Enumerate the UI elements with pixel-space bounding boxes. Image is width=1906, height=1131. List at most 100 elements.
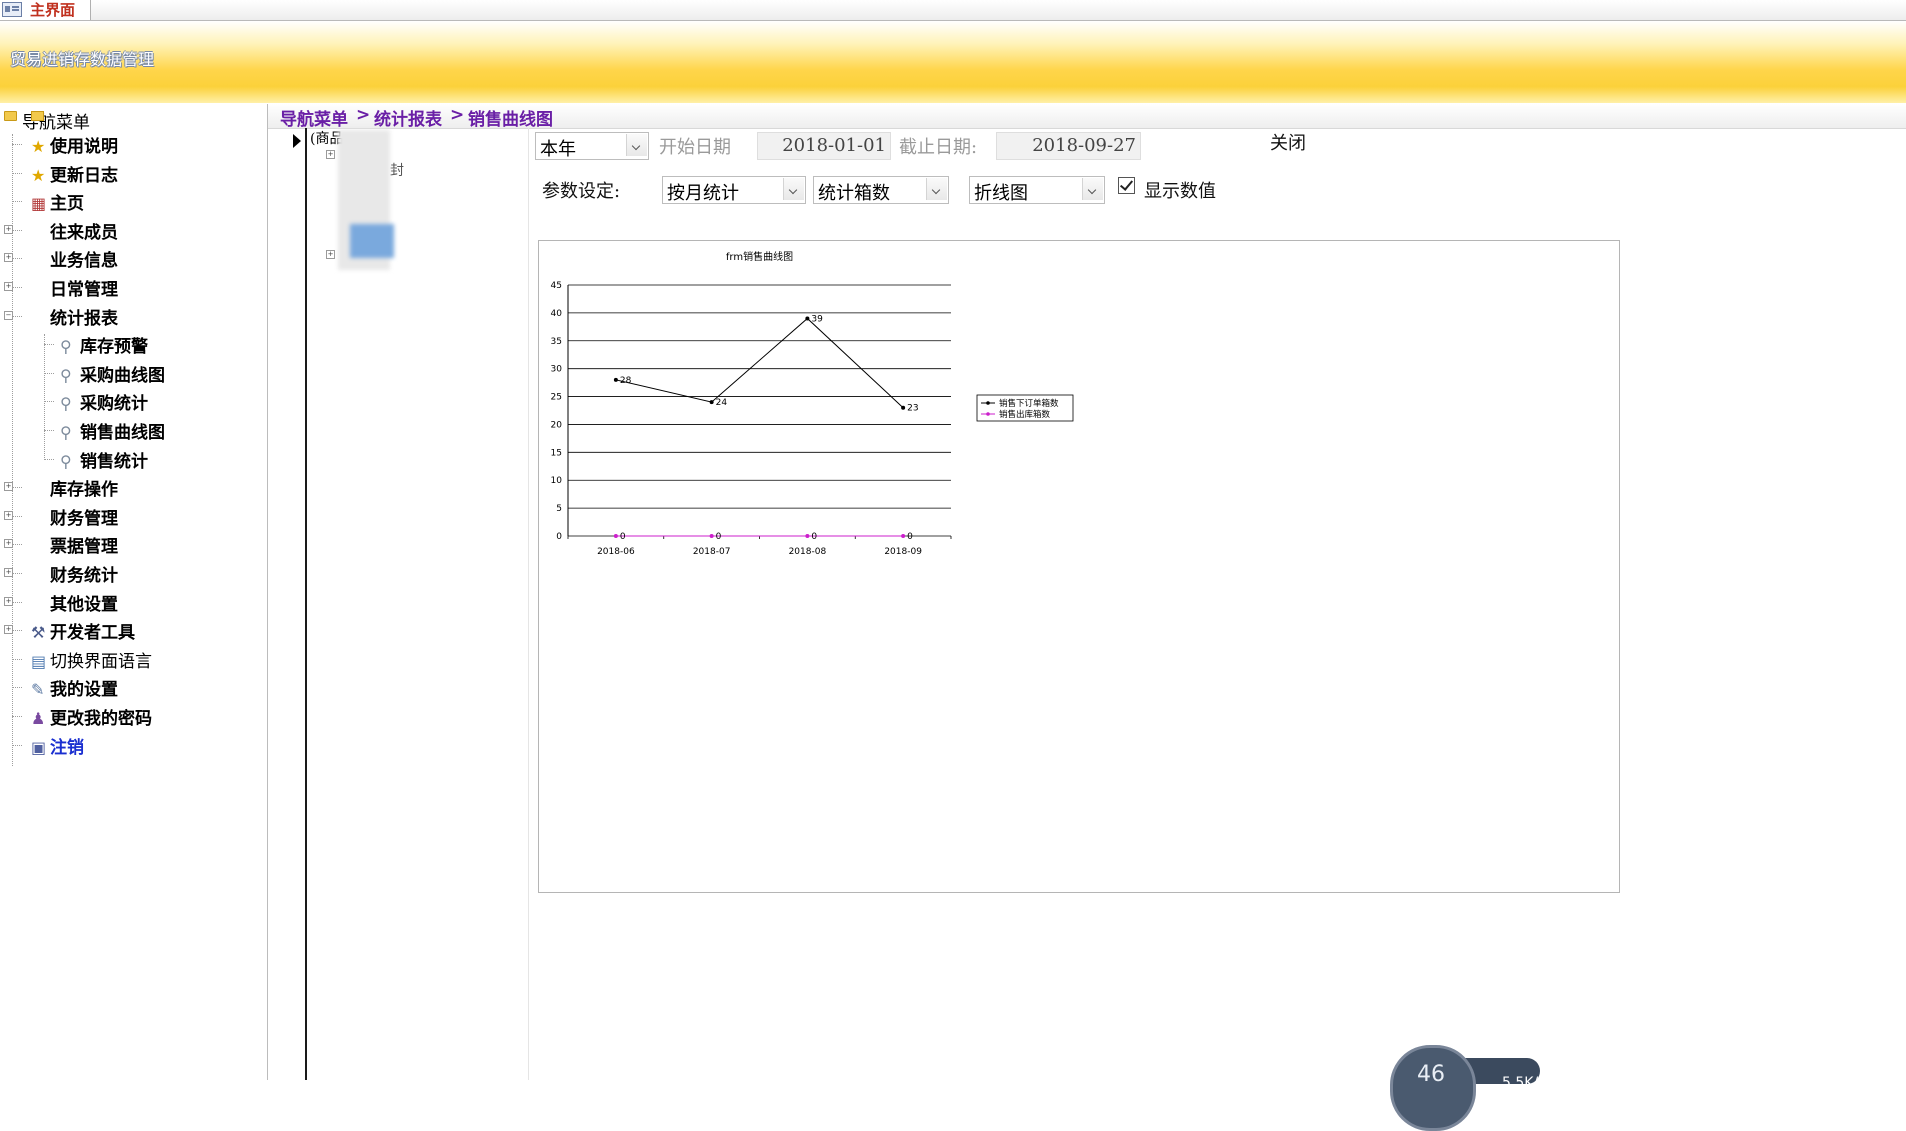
chevron-down-icon[interactable] [1082, 178, 1103, 200]
report-icon: ⚲ [60, 394, 72, 414]
nav-item-label: 其他设置 [50, 594, 118, 615]
nav-item-label: 销售统计 [80, 451, 148, 472]
legend-marker [986, 401, 990, 405]
tree-node-suffix: 封 [390, 163, 404, 179]
measure-select[interactable]: 统计箱数 [813, 176, 949, 204]
nav-item-label: 业务信息 [50, 251, 118, 272]
data-point [613, 534, 618, 538]
tree-connector [12, 744, 22, 746]
nav-item-label: 主页 [50, 194, 84, 215]
tree-connector [12, 315, 22, 317]
current-record-arrow-icon [293, 134, 301, 148]
x-tick-label: 2018-07 [693, 547, 731, 557]
app-title: 贸易进销存数据管理 [10, 50, 155, 69]
tree-connector [12, 144, 22, 145]
settings-icon: ✎ [31, 680, 45, 700]
data-label: 39 [811, 314, 823, 324]
group-by-select[interactable]: 按月统计 [662, 176, 806, 204]
start-date-field[interactable]: 2018-01-01 [757, 132, 891, 160]
record-selector [280, 128, 307, 1080]
tree-connector [44, 401, 54, 403]
end-date-field[interactable]: 2018-09-27 [996, 132, 1141, 160]
group-by-value: 按月统计 [667, 183, 739, 204]
nav-item-label: 财务管理 [50, 508, 118, 529]
form-icon [2, 2, 22, 17]
breadcrumb: 导航菜单 > 统计报表 > 销售曲线图 [268, 104, 1906, 130]
x-tick-label: 2018-08 [789, 547, 827, 557]
tab-main[interactable]: 主界面 [0, 0, 91, 20]
legend-label: 销售出库箱数 [999, 409, 1051, 420]
data-point [901, 405, 906, 410]
chart-type-value: 折线图 [974, 183, 1028, 204]
show-values-checkbox[interactable] [1118, 177, 1135, 194]
chart-frame: frm销售曲线图 0 5 10 15 20 25 30 35 40 45 2018-06 2018-07… [538, 240, 1620, 893]
chart-type-select[interactable]: 折线图 [969, 176, 1105, 204]
tree-connector [12, 201, 22, 203]
star-icon: ★ [31, 165, 46, 185]
nav-item-label: 采购统计 [80, 394, 148, 415]
network-dial-value: 46 [1417, 1062, 1445, 1087]
nav-item-label: 库存预警 [80, 337, 148, 358]
y-tick-label: 15 [551, 448, 562, 458]
nav-item-label: 销售曲线图 [80, 423, 165, 443]
data-label: 28 [620, 376, 632, 386]
end-date-label: 截止日期: [899, 137, 978, 158]
chart-title: frm销售曲线图 [726, 250, 793, 263]
logout-icon: ▣ [31, 737, 47, 757]
report-icon: ⚲ [60, 423, 72, 442]
end-date-value: 2018-09-27 [1032, 135, 1136, 156]
tree-connector [12, 630, 22, 632]
breadcrumb-nav-menu[interactable]: 导航菜单 [280, 105, 348, 130]
tree-connector [12, 515, 22, 517]
star-icon: ★ [31, 137, 46, 156]
tree-connector [12, 172, 22, 174]
nav-item-label: 财务统计 [50, 566, 118, 586]
chevron-down-icon[interactable] [783, 178, 804, 200]
tree-connector [44, 458, 54, 460]
nav-item-label: 日常管理 [50, 280, 118, 300]
chevron-down-icon[interactable] [926, 178, 947, 200]
tree-guide [44, 334, 45, 460]
breadcrumb-separator: > [450, 105, 465, 125]
series-line [615, 317, 904, 409]
period-select[interactable]: 本年 [535, 132, 649, 160]
y-tick-label: 10 [551, 476, 563, 486]
period-select-value: 本年 [540, 139, 576, 160]
network-dial: 46 [1390, 1045, 1476, 1131]
legend-label: 销售下订单箱数 [999, 398, 1059, 409]
tools-icon: ⚒ [31, 623, 46, 643]
legend-marker [986, 412, 990, 416]
chevron-down-icon[interactable] [626, 134, 647, 156]
breadcrumb-reports[interactable]: 统计报表 [374, 105, 442, 130]
data-label: 0 [811, 532, 817, 542]
data-point [901, 534, 906, 538]
network-monitor-widget[interactable]: 5.5K/s 46 [1390, 1045, 1545, 1131]
tree-connector [44, 344, 54, 346]
breadcrumb-current: 销售曲线图 [468, 110, 553, 130]
nav-tree: 导航菜单 ★ 使用说明 ★ 更新日志 ▦ 主页 + 往来成员 + 业务信息 + 日常管理 − 统计报表 ⚲ 库… [0, 104, 268, 1080]
y-tick-label: 45 [551, 281, 562, 291]
tree-connector [12, 601, 22, 603]
tree-connector [12, 687, 22, 689]
home-icon: ▦ [31, 194, 47, 214]
tree-connector [12, 487, 22, 489]
x-tick-label: 2018-06 [597, 547, 635, 557]
product-tree-panel[interactable]: (商品 封 + + [308, 128, 529, 1080]
y-tick-label: 40 [551, 309, 563, 319]
measure-value: 统计箱数 [818, 183, 890, 204]
network-speed-text: 5.5K/s [1502, 1075, 1546, 1091]
close-button[interactable]: 关闭 [1270, 129, 1306, 155]
expand-icon[interactable]: + [326, 250, 335, 259]
y-tick-label: 30 [551, 365, 563, 375]
data-label: 0 [620, 532, 626, 542]
data-label: 0 [716, 532, 722, 542]
nav-item-label: 票据管理 [50, 537, 118, 558]
report-icon: ⚲ [60, 337, 72, 357]
nav-item-label: 更新日志 [50, 165, 118, 186]
expand-icon[interactable]: + [326, 150, 335, 159]
tree-connector [12, 544, 22, 546]
tree-connector [12, 573, 22, 574]
data-point [805, 316, 810, 321]
start-date-label: 开始日期 [659, 137, 731, 158]
x-tick-label: 2018-09 [884, 547, 922, 557]
